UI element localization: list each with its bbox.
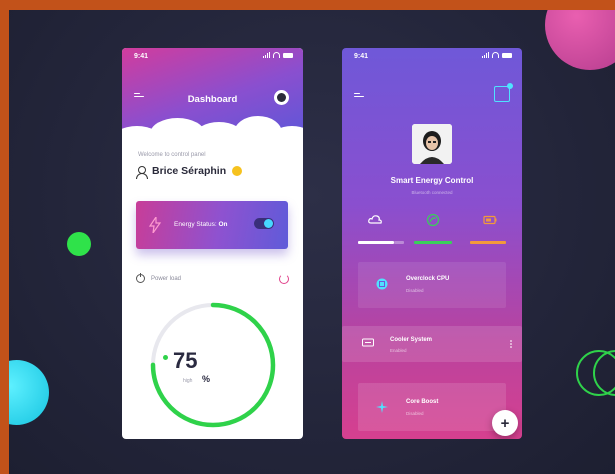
tab-indicator-battery	[470, 241, 506, 244]
cloud-shape	[270, 126, 303, 152]
cpu-icon	[376, 278, 388, 290]
device-icon[interactable]	[494, 83, 513, 102]
power-icon	[136, 273, 145, 283]
status-time: 9:41	[134, 53, 149, 60]
add-button[interactable]: +	[492, 410, 518, 436]
item-status: Disabled	[406, 411, 424, 416]
battery-icon	[502, 52, 512, 58]
screen-title: Smart Energy Control	[390, 176, 474, 185]
list-item-core-boost[interactable]: Core Boost Disabled	[358, 383, 506, 431]
background-canvas: 9:41 Dashboard Welcome to control panel …	[9, 10, 615, 474]
tab-indicator-leaf	[414, 241, 452, 244]
battery-icon	[283, 52, 293, 58]
signal-icon	[482, 52, 489, 58]
gauge-sub-label: high	[183, 378, 193, 384]
gauge-unit: %	[202, 374, 211, 384]
wifi-icon	[273, 52, 280, 58]
energy-status-card[interactable]: Energy Status: On	[136, 201, 288, 249]
status-time: 9:41	[354, 53, 369, 60]
more-options-icon[interactable]	[510, 340, 512, 348]
person-illustration	[412, 124, 452, 164]
list-item-overclock[interactable]: Overclock CPU Disabled	[358, 262, 506, 308]
battery-icon[interactable]	[483, 213, 497, 227]
user-icon	[136, 165, 148, 179]
tab-indicator-track	[394, 241, 404, 244]
user-row: Brice Séraphin	[136, 165, 243, 179]
dashboard-screen: 9:41 Dashboard Welcome to control panel …	[122, 48, 303, 439]
status-bar: 9:41	[342, 48, 522, 64]
item-title: Core Boost	[406, 399, 439, 405]
wifi-icon	[492, 52, 499, 58]
energy-control-screen: 9:41 Smart Energy Control Bluetooth conn…	[342, 48, 522, 439]
smiley-icon	[232, 166, 243, 176]
decorative-cyan-circle	[9, 360, 49, 425]
connection-status: Bluetooth connected	[411, 190, 453, 195]
mode-tabs	[342, 213, 522, 243]
power-gauge	[150, 302, 276, 428]
decorative-green-dot	[67, 232, 91, 256]
item-title: Overclock CPU	[406, 276, 450, 282]
energy-toggle[interactable]	[254, 218, 274, 229]
menu-icon[interactable]	[354, 93, 364, 100]
cloud-icon[interactable]	[368, 213, 382, 227]
item-title: Cooler System	[390, 337, 433, 343]
user-name: Brice Séraphin	[152, 165, 227, 177]
power-load-label: Power load	[151, 275, 182, 282]
decorative-pink-circle	[545, 10, 615, 70]
status-bar: 9:41	[122, 48, 303, 64]
energy-status-text: Energy Status:	[174, 221, 217, 228]
item-status: Disabled	[406, 288, 424, 293]
refresh-icon[interactable]	[279, 274, 289, 284]
leaf-icon[interactable]	[426, 213, 440, 227]
profile-photo	[412, 124, 452, 164]
welcome-text: Welcome to control panel	[138, 152, 206, 158]
gauge-value: 75	[173, 348, 198, 373]
power-load-row: Power load	[136, 273, 182, 283]
boost-icon	[376, 401, 388, 413]
lightning-icon	[148, 217, 162, 233]
signal-icon	[263, 52, 270, 58]
list-item-cooler[interactable]: Cooler System Enabled	[342, 326, 522, 362]
energy-status-label: Energy Status: On	[174, 221, 227, 228]
energy-status-value: On	[218, 221, 228, 228]
tab-indicator-cloud	[358, 241, 394, 244]
cooler-icon	[362, 338, 374, 347]
gauge-indicator-dot	[163, 355, 168, 360]
avatar[interactable]	[274, 90, 289, 105]
item-status: Enabled	[390, 348, 407, 353]
